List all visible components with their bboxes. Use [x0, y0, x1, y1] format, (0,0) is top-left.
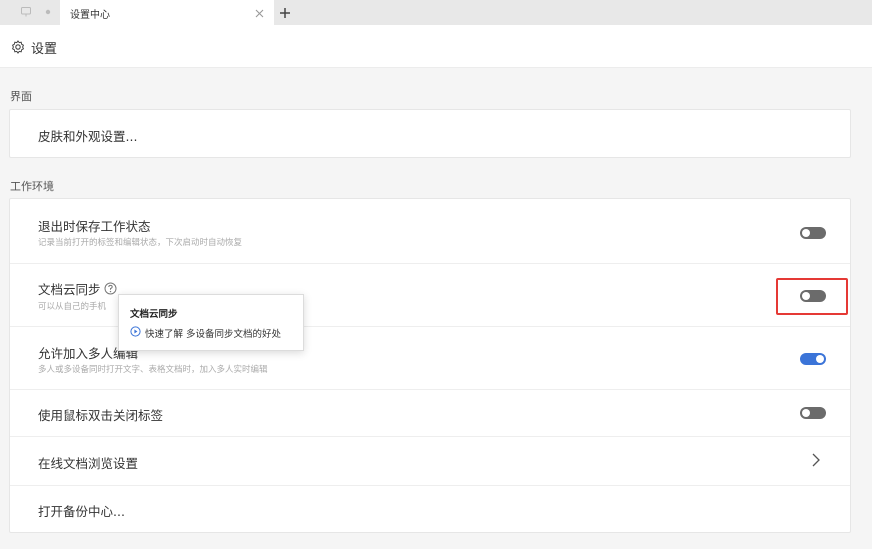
- settings-header: 设置: [0, 25, 872, 68]
- tooltip-title: 文档云同步: [130, 309, 178, 320]
- tab-settings-center[interactable]: 设置中心: [60, 0, 274, 25]
- multi-user-edit-toggle[interactable]: [800, 353, 826, 365]
- row-title: 退出时保存工作状态: [38, 219, 151, 234]
- row-description: 可以从自己的手机: [38, 302, 107, 312]
- tooltip-link-text: 快速了解 多设备同步文档的好处: [145, 329, 282, 340]
- double-click-close-row: 使用鼠标双击关闭标签: [10, 389, 850, 437]
- row-title: 打开备份中心...: [38, 504, 125, 519]
- row-title: 皮肤和外观设置...: [38, 129, 138, 144]
- page-title: 设置: [31, 42, 58, 57]
- tab-bar: 设置中心: [0, 0, 872, 25]
- tooltip-learn-more-link[interactable]: 快速了解 多设备同步文档的好处: [130, 326, 281, 340]
- row-title: 在线文档浏览设置: [38, 456, 139, 471]
- workspace-card: 退出时保存工作状态 记录当前打开的标签和编辑状态，下次启动时自动恢复 文档云同步…: [9, 198, 851, 533]
- backup-center-row[interactable]: 打开备份中心...: [10, 485, 850, 532]
- cloud-sync-tooltip: 文档云同步 快速了解 多设备同步文档的好处: [118, 294, 304, 351]
- close-icon[interactable]: [253, 5, 266, 24]
- section-label-interface: 界面: [10, 90, 32, 103]
- save-work-state-toggle[interactable]: [800, 227, 826, 239]
- gear-icon: [11, 39, 25, 58]
- row-title: 文档云同步: [38, 282, 101, 297]
- save-work-state-row: 退出时保存工作状态 记录当前打开的标签和编辑状态，下次启动时自动恢复: [10, 199, 850, 264]
- tab-bar-icons: [20, 6, 52, 18]
- row-description: 多人或多设备同时打开文字、表格文档时，加入多人实时编辑: [38, 365, 268, 375]
- row-title: 使用鼠标双击关闭标签: [38, 408, 164, 423]
- row-description: 记录当前打开的标签和编辑状态，下次启动时自动恢复: [38, 238, 243, 248]
- window-icon[interactable]: [20, 6, 32, 18]
- tab-title: 设置中心: [70, 10, 110, 21]
- help-circle-icon[interactable]: [104, 280, 117, 299]
- double-click-close-toggle[interactable]: [800, 407, 826, 419]
- toggle-highlight-box: [776, 278, 848, 315]
- dot-icon[interactable]: [44, 8, 52, 16]
- section-label-workspace: 工作环境: [10, 180, 54, 193]
- chevron-right-icon[interactable]: [811, 452, 821, 472]
- online-doc-browse-row[interactable]: 在线文档浏览设置: [10, 436, 850, 486]
- plus-icon[interactable]: [278, 5, 292, 24]
- skin-appearance-row[interactable]: 皮肤和外观设置...: [10, 110, 850, 157]
- interface-card: 皮肤和外观设置...: [9, 109, 851, 158]
- play-circle-icon: [130, 326, 141, 340]
